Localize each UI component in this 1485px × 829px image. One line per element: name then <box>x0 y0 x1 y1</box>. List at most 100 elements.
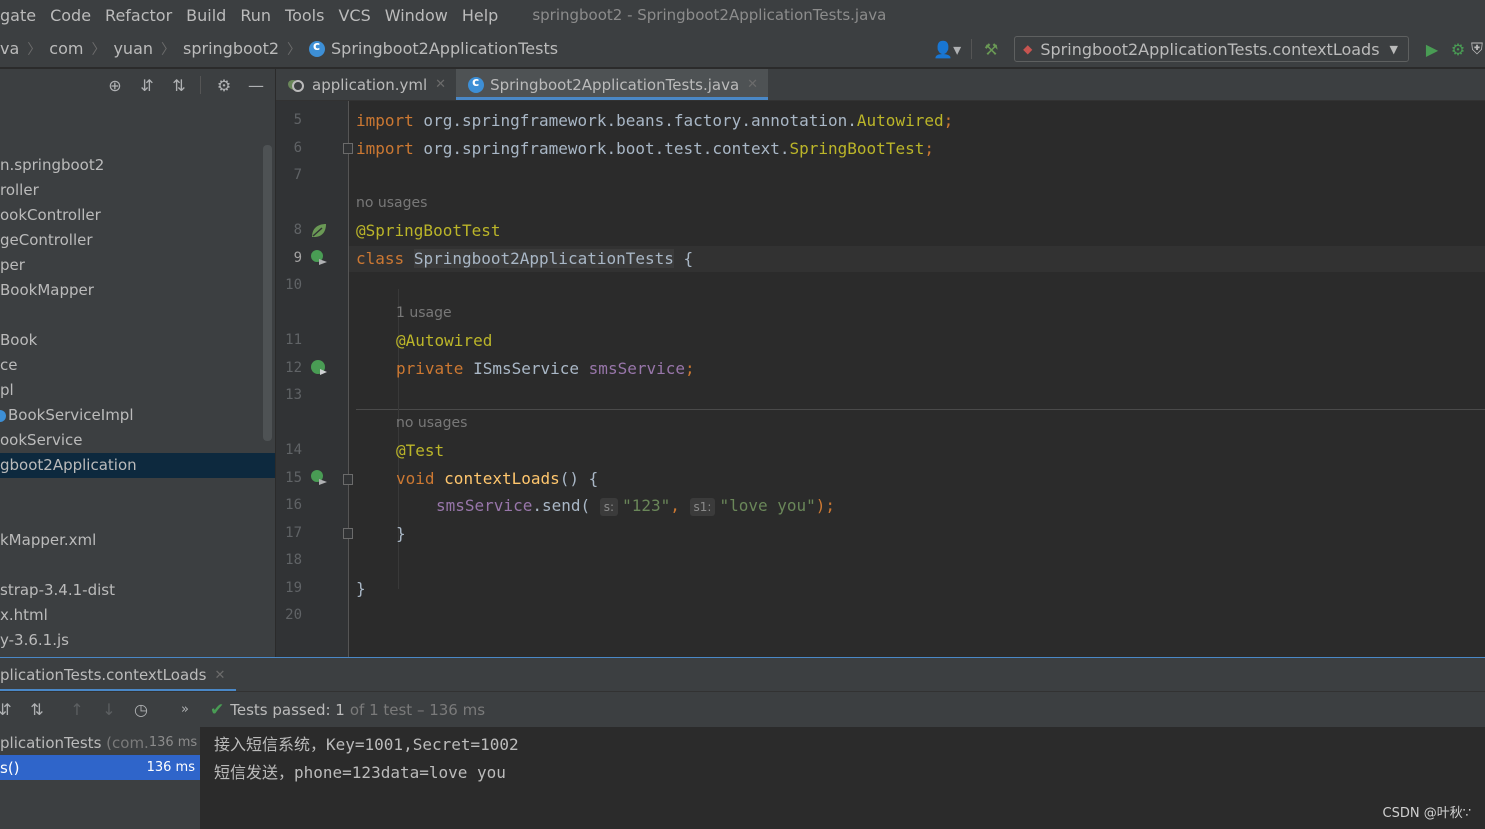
menu-navigate[interactable]: gate <box>0 6 36 25</box>
debug-icon[interactable]: ⚙ <box>1445 36 1471 62</box>
gutter-separator <box>348 101 349 657</box>
tree-item[interactable]: strap-3.4.1-dist <box>0 578 262 603</box>
code-annotation: @Autowired <box>396 331 493 350</box>
close-icon[interactable]: ✕ <box>747 77 758 92</box>
code-line: class Springboot2ApplicationTests { <box>356 249 693 269</box>
code-keyword: import <box>356 139 414 158</box>
tree-item[interactable]: y-3.6.1.js <box>0 628 262 653</box>
run-test-class-icon[interactable] <box>310 249 328 267</box>
menu-run[interactable]: Run <box>240 6 271 25</box>
tab-label: Springboot2ApplicationTests.java <box>490 75 740 94</box>
tree-item[interactable] <box>0 503 262 528</box>
menu-window[interactable]: Window <box>385 6 448 25</box>
run-icon[interactable]: ▶ <box>1419 36 1445 62</box>
run-panel: plicationTests.contextLoads ✕ ⇵ ⇅ ↑ ↓ ◷ … <box>0 657 1485 829</box>
autowired-navigate-icon[interactable] <box>310 359 328 377</box>
code-method-name: contextLoads <box>444 469 560 488</box>
fold-marker-icon[interactable] <box>343 143 353 154</box>
minimize-icon[interactable]: — <box>243 72 269 98</box>
tree-item[interactable]: x.html <box>0 603 262 628</box>
test-status: ✔ Tests passed: 1 of 1 test – 136 ms <box>210 700 485 720</box>
tab-label: application.yml <box>312 75 428 94</box>
tab-application-yml[interactable]: application.yml ✕ <box>276 69 456 100</box>
menu-code[interactable]: Code <box>50 6 91 25</box>
tree-item[interactable]: n.springboot2 <box>0 153 262 178</box>
tree-item[interactable]: ce <box>0 353 262 378</box>
expand-all-icon[interactable]: ⇵ <box>134 72 160 98</box>
tree-item[interactable]: BookServiceImpl <box>0 403 262 428</box>
breadcrumb-item[interactable]: yuan <box>113 39 153 58</box>
usage-hint[interactable]: 1 usage <box>396 305 452 321</box>
test-class-row[interactable]: plicationTests (com. 136 ms <box>0 730 200 755</box>
menu-tools[interactable]: Tools <box>285 6 324 25</box>
check-icon: ✔ <box>210 699 225 720</box>
collapse-all-icon[interactable]: ⇅ <box>24 697 50 723</box>
tree-item[interactable]: geController <box>0 228 262 253</box>
gear-icon[interactable]: ⚙ <box>211 72 237 98</box>
tree-item[interactable]: Book <box>0 328 262 353</box>
tree-item[interactable]: BookMapper <box>0 278 262 303</box>
tree-item[interactable] <box>0 303 262 328</box>
locate-icon[interactable]: ⊕ <box>102 72 128 98</box>
line-number: 10 <box>285 277 302 293</box>
test-method-row[interactable]: s() 136 ms <box>0 755 200 780</box>
line-number: 13 <box>285 387 302 403</box>
code-editor[interactable]: 5 6 7 8 9 10 11 12 13 14 15 16 17 18 19 … <box>276 101 1485 657</box>
menu-vcs[interactable]: VCS <box>338 6 370 25</box>
tree-item[interactable] <box>0 478 262 503</box>
breadcrumb-item[interactable]: Springboot2ApplicationTests <box>331 39 558 58</box>
breadcrumb-item[interactable]: com <box>49 39 83 58</box>
tree-item[interactable]: ookController <box>0 203 262 228</box>
console-output[interactable]: 接入短信系统，Key=1001,Secret=1002 短信发送，phone=12… <box>214 731 519 787</box>
tree-item[interactable] <box>0 553 262 578</box>
user-icon[interactable]: 👤▾ <box>929 36 965 62</box>
project-scrollbar[interactable] <box>263 145 272 441</box>
code-class-ref: Autowired <box>856 111 944 130</box>
expand-all-icon[interactable]: ⇵ <box>0 697 18 723</box>
run-test-method-icon[interactable] <box>310 469 328 487</box>
chevron-right-icon: 〉 <box>91 41 106 58</box>
line-number: 15 <box>285 470 302 486</box>
menu-refactor[interactable]: Refactor <box>105 6 172 25</box>
build-hammer-icon[interactable]: ⚒ <box>978 36 1004 62</box>
tree-item[interactable]: ookService <box>0 428 262 453</box>
more-icon[interactable]: » <box>172 697 198 723</box>
window-title: springboot2 - Springboot2ApplicationTest… <box>532 6 887 24</box>
tree-item-selected[interactable]: gboot2Application <box>0 453 275 478</box>
previous-failed-icon[interactable]: ↑ <box>64 697 90 723</box>
code-brace: } <box>396 524 406 543</box>
tab-springboot2-application-tests[interactable]: Springboot2ApplicationTests.java ✕ <box>456 69 769 100</box>
fold-marker-icon[interactable] <box>343 474 353 485</box>
code-line: @SpringBootTest <box>356 221 501 241</box>
run-tab[interactable]: plicationTests.contextLoads ✕ <box>0 658 236 692</box>
code-semicolon: ; <box>924 139 934 158</box>
fold-marker-icon[interactable] <box>343 528 353 539</box>
close-icon[interactable]: ✕ <box>435 77 446 92</box>
console-line: 接入短信系统，Key=1001,Secret=1002 <box>214 735 519 754</box>
breadcrumb-item[interactable]: springboot2 <box>183 39 279 58</box>
usage-hint[interactable]: no usages <box>356 195 427 211</box>
tree-item[interactable]: kMapper.xml <box>0 528 262 553</box>
code-line: import org.springframework.beans.factory… <box>356 111 953 131</box>
close-icon[interactable]: ✕ <box>214 668 225 683</box>
run-configuration-select[interactable]: ◆ Springboot2ApplicationTests.contextLoa… <box>1014 36 1409 62</box>
collapse-all-icon[interactable]: ⇅ <box>166 72 192 98</box>
spring-bean-icon[interactable] <box>310 222 328 240</box>
test-row-label: plicationTests (com. <box>0 734 149 752</box>
test-history-icon[interactable]: ◷ <box>128 697 154 723</box>
tree-item[interactable]: pl <box>0 378 262 403</box>
tree-item[interactable]: per <box>0 253 262 278</box>
console-line: 短信发送，phone=123data=love you <box>214 763 506 782</box>
usage-hint[interactable]: no usages <box>396 415 467 431</box>
next-failed-icon[interactable]: ↓ <box>96 697 122 723</box>
menu-build[interactable]: Build <box>186 6 226 25</box>
tree-item[interactable]: roller <box>0 178 262 203</box>
code-method-call: .send( <box>532 496 591 515</box>
code-keyword: class <box>356 249 405 268</box>
line-number-current: 9 <box>293 250 302 266</box>
menu-help[interactable]: Help <box>462 6 498 25</box>
breadcrumb-item[interactable]: va <box>0 39 19 58</box>
test-class-package: (com. <box>106 733 149 752</box>
coverage-icon[interactable]: ⛨ <box>1471 36 1485 62</box>
class-icon <box>0 409 6 422</box>
